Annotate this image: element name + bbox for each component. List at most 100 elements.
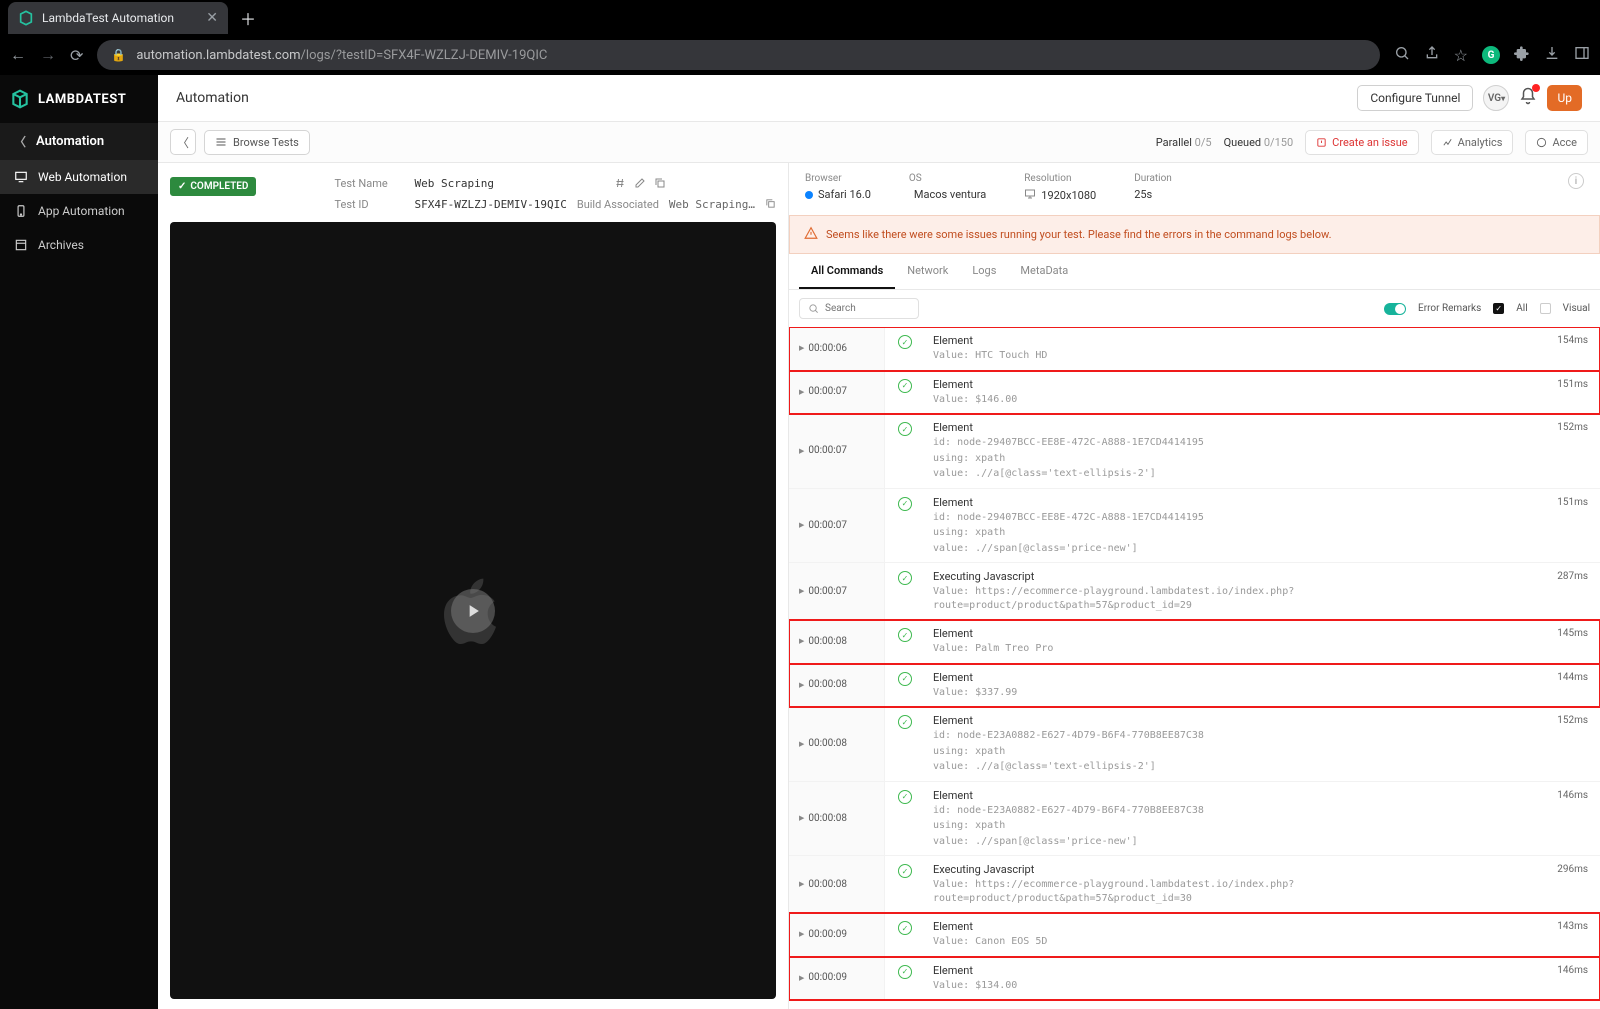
log-row[interactable]: ▶00:00:07 ✓ Executing Javascript Value: … xyxy=(789,563,1600,620)
sidebar-item-archives[interactable]: Archives xyxy=(0,228,158,262)
search-input[interactable] xyxy=(799,298,919,319)
play-icon[interactable] xyxy=(451,589,495,633)
grammarly-icon[interactable]: G xyxy=(1482,46,1500,64)
log-duration: 287ms xyxy=(1540,563,1600,582)
hash-icon[interactable] xyxy=(614,177,626,192)
left-pane: ✓ COMPLETED Test Name Web Scraping xyxy=(158,163,788,1009)
copy-icon[interactable] xyxy=(654,177,666,192)
secondbar: 〈 Browse Tests Parallel 0/5 Queued 0/150… xyxy=(158,122,1600,163)
notifications-icon[interactable] xyxy=(1519,87,1537,109)
log-duration: 152ms xyxy=(1540,414,1600,433)
nav-forward-icon: → xyxy=(40,45,56,65)
share-icon[interactable] xyxy=(1424,45,1440,65)
tab-metadata[interactable]: MetaData xyxy=(1008,254,1080,289)
logo[interactable]: LAMBDATEST xyxy=(0,75,158,123)
environment-info: Browser Safari 16.0 OS Macos ventura Res… xyxy=(789,163,1600,215)
search-field[interactable] xyxy=(825,303,905,314)
create-issue-button[interactable]: Create an issue xyxy=(1305,130,1418,155)
log-status-icon: ✓ xyxy=(885,563,925,585)
nav-back-icon[interactable]: ← xyxy=(10,45,26,65)
log-timestamp: ▶00:00:07 xyxy=(789,371,885,414)
analytics-button[interactable]: Analytics xyxy=(1431,130,1514,155)
edit-icon[interactable] xyxy=(634,177,646,192)
right-pane: Browser Safari 16.0 OS Macos ventura Res… xyxy=(788,163,1600,1009)
monitor-icon xyxy=(1024,188,1036,203)
log-timestamp: ▶00:00:08 xyxy=(789,664,885,707)
log-duration: 151ms xyxy=(1540,489,1600,508)
avatar[interactable]: VG ▾ xyxy=(1483,85,1509,111)
visual-checkbox[interactable] xyxy=(1540,303,1551,314)
log-duration: 296ms xyxy=(1540,856,1600,875)
log-duration: 145ms xyxy=(1540,620,1600,639)
command-logs: ▶00:00:06 ✓ Element Value: HTC Touch HD … xyxy=(789,327,1600,1009)
log-row[interactable]: ▶00:00:08 ✓ Element id: node-E23A0882-E6… xyxy=(789,707,1600,782)
panel-icon[interactable] xyxy=(1574,45,1590,65)
url-bar[interactable]: 🔒 automation.lambdatest.com/logs/?testID… xyxy=(97,40,1379,70)
log-status-icon: ✓ xyxy=(885,957,925,979)
extensions-icon[interactable] xyxy=(1514,45,1530,65)
copy-icon[interactable] xyxy=(765,198,776,212)
sidebar-back[interactable]: 〈 Automation xyxy=(0,123,158,160)
sidebar-item-app-automation[interactable]: App Automation xyxy=(0,194,158,228)
new-tab-button[interactable]: ＋ xyxy=(240,6,256,30)
sidebar-item-web-automation[interactable]: Web Automation xyxy=(0,160,158,194)
all-checkbox[interactable]: ✓ xyxy=(1493,303,1504,314)
warning-icon xyxy=(804,226,818,243)
sidebar-icon xyxy=(14,204,28,218)
page-title: Automation xyxy=(176,90,249,106)
close-icon[interactable]: ✕ xyxy=(206,10,218,26)
video-preview[interactable] xyxy=(170,222,776,999)
log-row[interactable]: ▶00:00:08 ✓ Element Value: Palm Treo Pro… xyxy=(789,620,1600,664)
bookmark-icon[interactable]: ☆ xyxy=(1454,46,1468,65)
log-row[interactable]: ▶00:00:08 ✓ Executing Javascript Value: … xyxy=(789,856,1600,913)
log-status-icon: ✓ xyxy=(885,707,925,729)
log-row[interactable]: ▶00:00:06 ✓ Element Value: HTC Touch HD … xyxy=(789,327,1600,371)
tab-logs[interactable]: Logs xyxy=(960,254,1008,289)
log-status-icon: ✓ xyxy=(885,414,925,436)
log-timestamp: ▶00:00:08 xyxy=(789,620,885,663)
log-row[interactable]: ▶00:00:09 ✓ Element Value: $134.00 146ms xyxy=(789,957,1600,1001)
chevron-left-icon: 〈 xyxy=(14,133,26,150)
download-icon[interactable] xyxy=(1544,45,1560,65)
upgrade-button[interactable]: Up xyxy=(1547,85,1582,111)
main: Automation Configure Tunnel VG ▾ Up 〈 Br… xyxy=(158,75,1600,1009)
configure-tunnel-button[interactable]: Configure Tunnel xyxy=(1357,85,1473,111)
error-alert: Seems like there were some issues runnin… xyxy=(789,215,1600,254)
log-body: Element Value: HTC Touch HD xyxy=(925,327,1540,370)
error-remarks-toggle[interactable] xyxy=(1384,303,1406,315)
access-button[interactable]: Acce xyxy=(1525,130,1588,155)
browser-tab[interactable]: LambdaTest Automation ✕ xyxy=(8,2,228,34)
log-body: Element Value: Canon EOS 5D xyxy=(925,913,1540,956)
back-button[interactable]: 〈 xyxy=(170,129,196,155)
sidebar-icon xyxy=(14,238,28,252)
log-body: Element Value: $134.00 xyxy=(925,957,1540,1000)
log-timestamp: ▶00:00:07 xyxy=(789,489,885,563)
browser-chrome: LambdaTest Automation ✕ ＋ ← → ⟳ 🔒 automa… xyxy=(0,0,1600,75)
info-icon[interactable]: i xyxy=(1568,173,1584,189)
log-row[interactable]: ▶00:00:09 ✓ Element Value: Canon EOS 5D … xyxy=(789,913,1600,957)
safari-icon xyxy=(805,191,813,199)
log-status-icon: ✓ xyxy=(885,782,925,804)
log-timestamp: ▶00:00:06 xyxy=(789,327,885,370)
browse-tests-button[interactable]: Browse Tests xyxy=(204,130,310,155)
log-timestamp: ▶00:00:08 xyxy=(789,782,885,856)
log-duration: 144ms xyxy=(1540,664,1600,683)
log-timestamp: ▶00:00:07 xyxy=(789,414,885,488)
sidebar-icon xyxy=(14,170,28,184)
lambdatest-favicon xyxy=(18,10,34,26)
log-timestamp: ▶00:00:08 xyxy=(789,707,885,781)
search-icon[interactable] xyxy=(1394,45,1410,65)
build-link[interactable]: Web Scraping… xyxy=(669,198,755,212)
tab-network[interactable]: Network xyxy=(895,254,960,289)
tab-title: LambdaTest Automation xyxy=(42,11,198,25)
log-body: Element Value: Palm Treo Pro xyxy=(925,620,1540,663)
reload-icon[interactable]: ⟳ xyxy=(70,46,83,65)
log-row[interactable]: ▶00:00:07 ✓ Element id: node-29407BCC-EE… xyxy=(789,489,1600,564)
log-row[interactable]: ▶00:00:07 ✓ Element Value: $146.00 151ms xyxy=(789,371,1600,415)
log-row[interactable]: ▶00:00:07 ✓ Element id: node-29407BCC-EE… xyxy=(789,414,1600,489)
log-row[interactable]: ▶00:00:08 ✓ Element Value: $337.99 144ms xyxy=(789,664,1600,708)
lambdatest-logo-icon xyxy=(10,89,30,109)
tab-all-commands[interactable]: All Commands xyxy=(799,254,895,289)
log-row[interactable]: ▶00:00:08 ✓ Element id: node-E23A0882-E6… xyxy=(789,782,1600,857)
status-badge: ✓ COMPLETED xyxy=(170,177,256,196)
